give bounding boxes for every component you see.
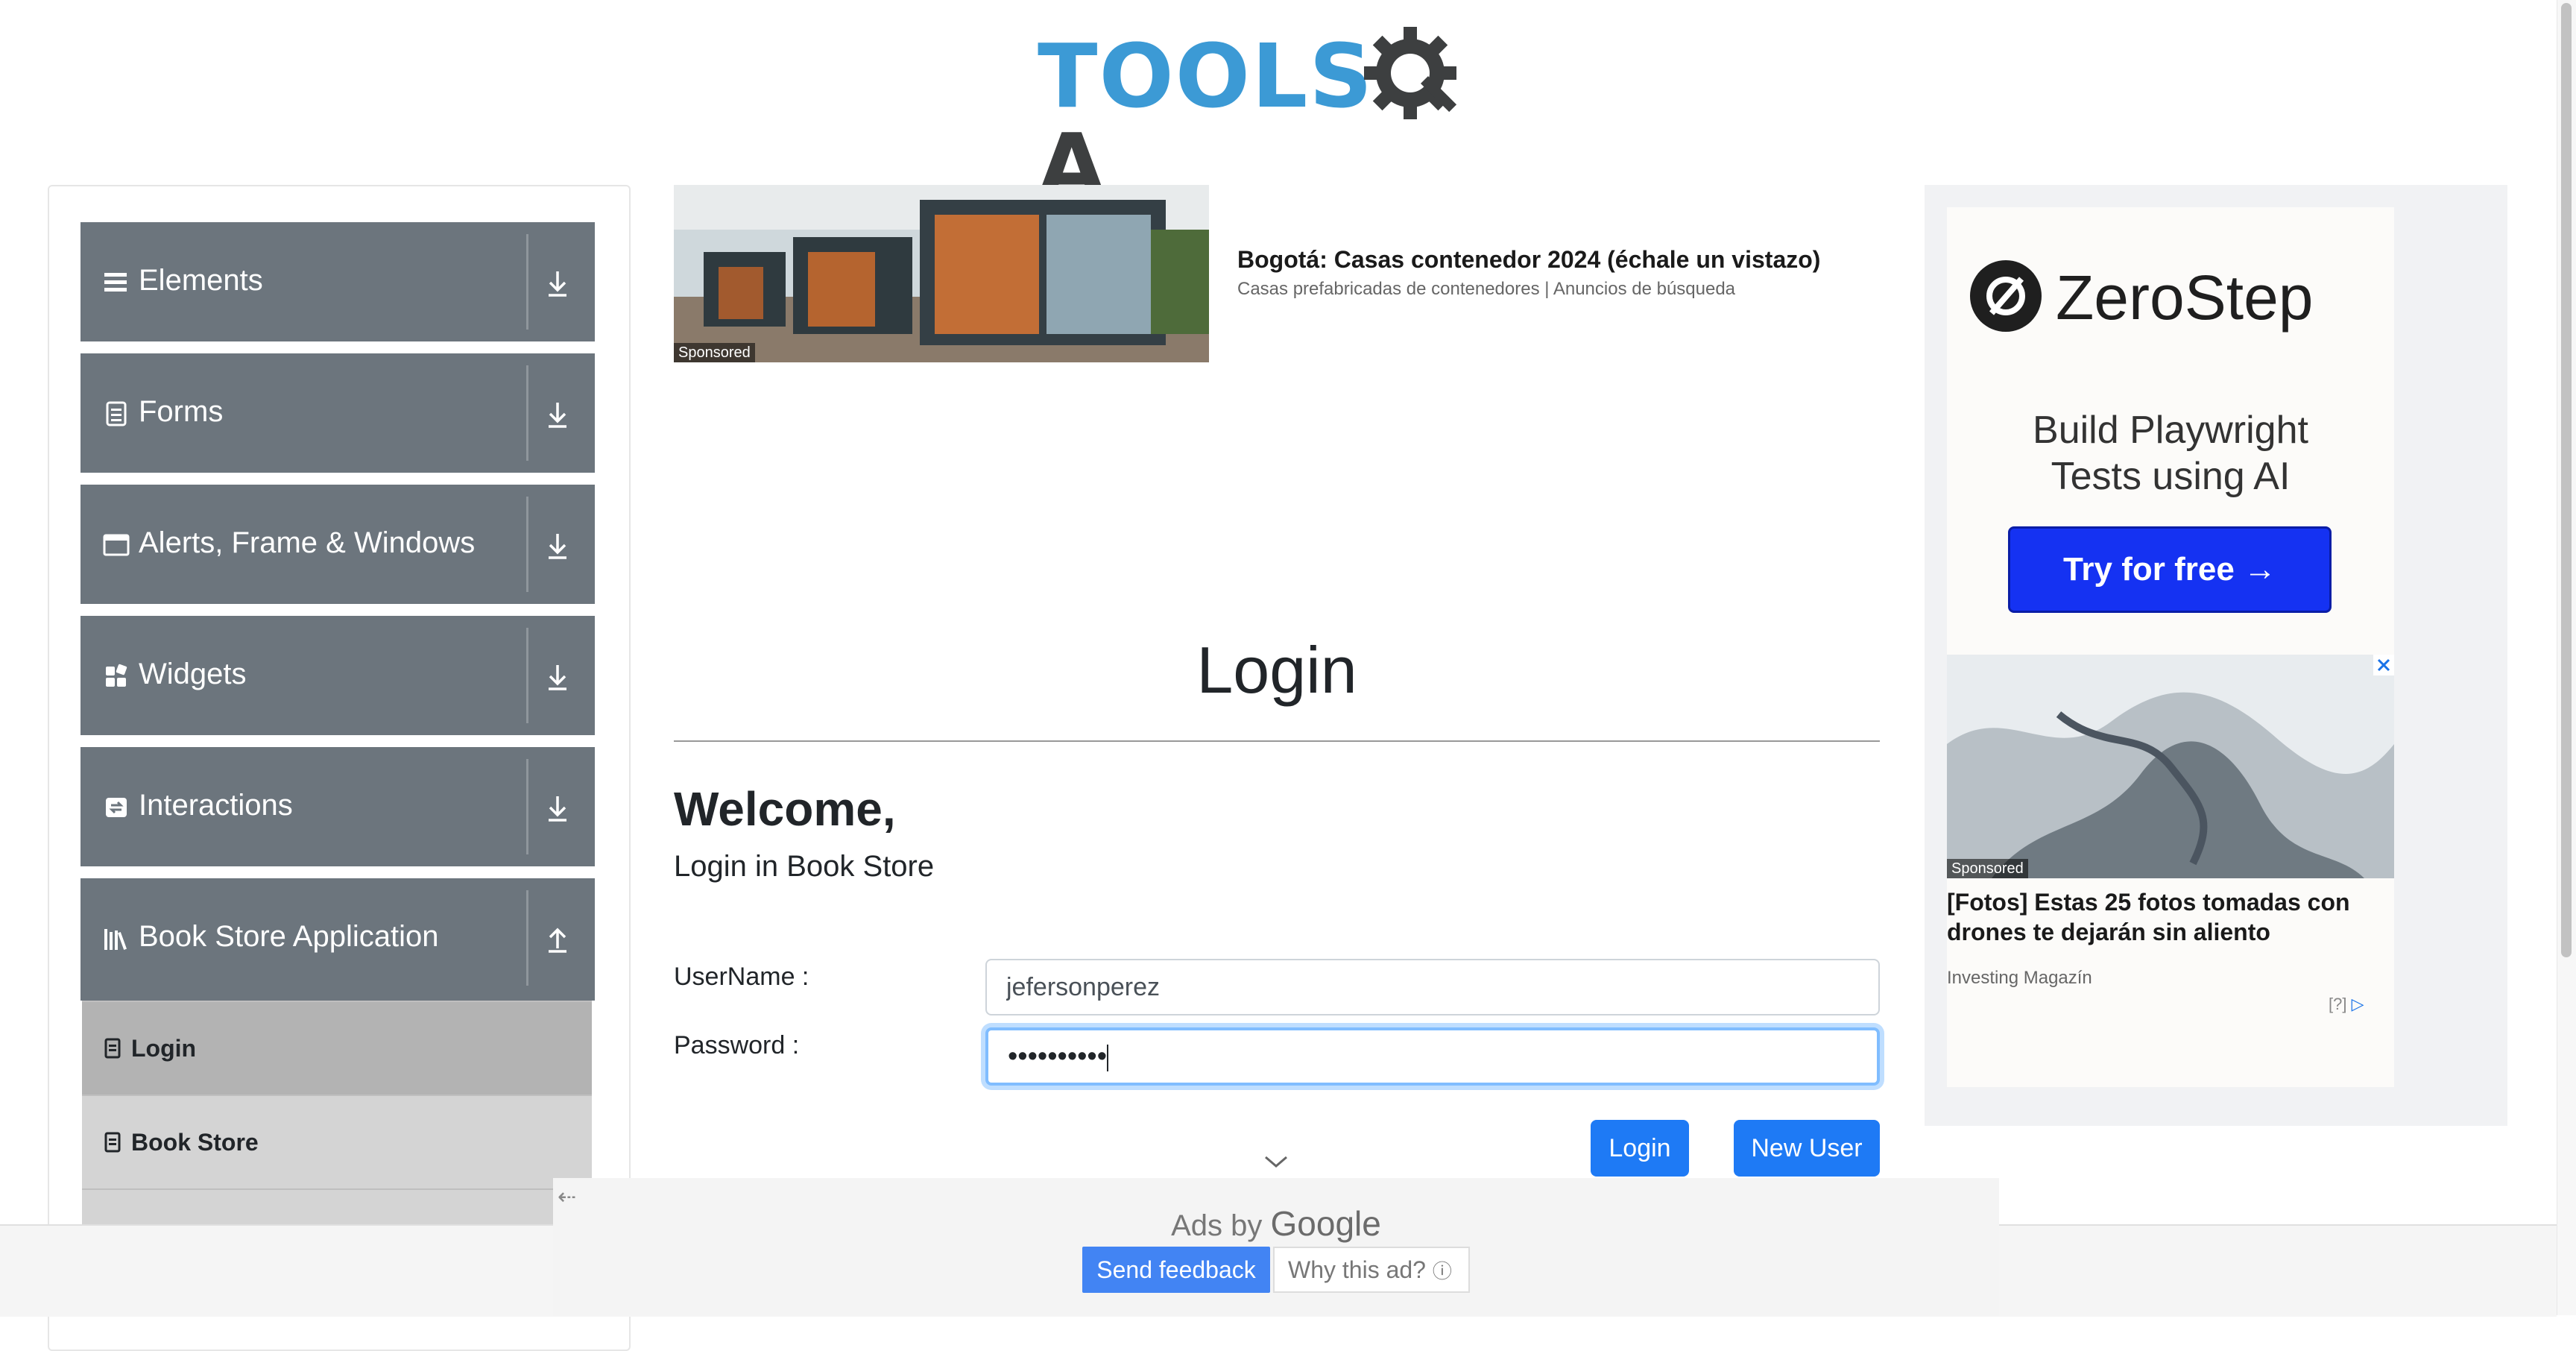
sidebar-item-label: Login (131, 1035, 197, 1062)
download-icon[interactable] (537, 656, 578, 698)
download-icon[interactable] (537, 394, 578, 435)
welcome-heading: Welcome, (674, 782, 896, 836)
document-icon (106, 401, 127, 426)
username-label: UserName : (674, 963, 809, 991)
zerostep-logo-icon (1970, 260, 2042, 332)
chevron-down-icon[interactable] (1261, 1153, 1291, 1171)
close-ad-icon[interactable] (2373, 655, 2394, 676)
ad-story-source: Investing Magazín (1947, 968, 2092, 988)
ads-by-google-bar: ⇠ Ads by Google Send feedback Why this a… (553, 1178, 1999, 1315)
ad-story-title[interactable]: [Fotos] Estas 25 fotos tomadas con drone… (1947, 887, 2394, 947)
zerostep-brand: ZeroStep (2056, 262, 2314, 333)
divider (526, 759, 528, 854)
toolsqa-logo[interactable]: TOOLSA (1038, 22, 1522, 210)
adchoices-icon[interactable]: [?] ▷ (2329, 995, 2364, 1014)
sidebar-group-interactions[interactable]: Interactions (80, 747, 595, 866)
interactions-icon (106, 798, 127, 817)
sidebar-group-forms[interactable]: Forms (80, 353, 595, 473)
divider (526, 234, 528, 330)
ad-tagline: Build Playwright Tests using AI (2033, 409, 2308, 498)
scrollbar-thumb[interactable] (2561, 3, 2572, 957)
download-icon[interactable] (537, 525, 578, 567)
zerostep-ad[interactable]: ZeroStep Build Playwright Tests using AI… (1925, 185, 2507, 1126)
sidebar-group-label: Widgets (139, 658, 247, 690)
sidebar-group-alerts[interactable]: Alerts, Frame & Windows (80, 485, 595, 604)
download-icon[interactable] (537, 787, 578, 829)
divider (526, 628, 528, 723)
book-icon (104, 1132, 121, 1153)
ad-description[interactable]: Casas prefabricadas de contenedores | An… (1237, 279, 1735, 300)
sponsored-badge: Sponsored (674, 343, 755, 362)
container-houses-image (674, 185, 1209, 362)
why-this-ad-button[interactable]: Why this ad? ⓘ (1273, 1247, 1470, 1293)
new-user-button[interactable]: New User (1734, 1120, 1880, 1177)
page-title: Login (1196, 633, 1357, 707)
sidebar-item-label: Book Store (131, 1129, 259, 1156)
divider (526, 365, 528, 461)
upload-icon[interactable] (537, 919, 578, 960)
info-icon: ⓘ (1432, 1260, 1452, 1282)
sponsored-badge: Sponsored (1947, 859, 2028, 878)
send-feedback-button[interactable]: Send feedback (1082, 1247, 1270, 1293)
books-icon (104, 929, 127, 950)
divider (526, 497, 528, 592)
password-label: Password : (674, 1031, 800, 1059)
ad-container-houses-image[interactable]: Sponsored (674, 185, 1209, 362)
divider (526, 890, 528, 986)
sidebar-group-elements[interactable]: Elements (80, 222, 595, 341)
sidebar-group-label: Alerts, Frame & Windows (139, 526, 476, 559)
login-button[interactable]: Login (1591, 1120, 1689, 1177)
hamburger-icon (104, 273, 127, 292)
try-for-free-button[interactable]: Try for free → (2008, 526, 2332, 613)
sidebar-group-label: Forms (139, 395, 224, 428)
title-divider (674, 740, 1880, 742)
sidebar-group-widgets[interactable]: Widgets (80, 616, 595, 735)
sidebar: Elements Forms Alerts, Frame & Windows W… (48, 185, 631, 1351)
password-value: •••••••••• (1008, 1041, 1108, 1072)
sidebar-group-label: Elements (139, 264, 263, 297)
sidebar-group-label: Book Store Application (139, 920, 439, 953)
welcome-subheading: Login in Book Store (674, 850, 935, 883)
ad-headline-link[interactable]: Bogotá: Casas contenedor 2024 (échale un… (1237, 246, 1820, 274)
gear-magnifier-icon (1364, 27, 1457, 119)
widgets-icon (106, 664, 127, 687)
ad-panel: ZeroStep Build Playwright Tests using AI… (1947, 207, 2394, 1087)
sidebar-group-book-store[interactable]: Book Store Application (80, 878, 595, 1001)
sidebar-item-book-store[interactable]: Book Store (82, 1095, 592, 1188)
sidebar-group-label: Interactions (139, 789, 293, 822)
text-cursor (1107, 1044, 1109, 1071)
ads-by-google-label: Ads by Google (1171, 1204, 1381, 1243)
book-icon (104, 1038, 121, 1059)
download-icon[interactable] (537, 262, 578, 304)
snow-mountain-image[interactable]: Sponsored (1947, 655, 2394, 878)
window-icon (103, 534, 130, 556)
sidebar-item-login[interactable]: Login (82, 1001, 592, 1095)
username-input[interactable] (985, 959, 1880, 1015)
password-input[interactable]: •••••••••• (985, 1027, 1880, 1086)
